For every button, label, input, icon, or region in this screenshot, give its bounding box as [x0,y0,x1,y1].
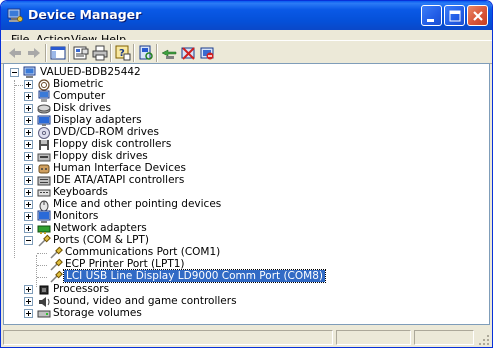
collapse-toggle[interactable] [24,236,33,245]
tree-node-com8[interactable]: LCI USB Line Display LD9000 Comm Port (C… [4,269,484,283]
expand-toggle[interactable] [24,297,33,306]
expand-toggle[interactable] [24,140,33,149]
help-icon[interactable]: ? [114,44,132,62]
status-panel-tertiary [414,330,474,345]
device-manager-window: Device Manager File Action View Help ? [0,0,493,348]
status-panel-main [3,330,333,345]
expand-toggle[interactable] [24,116,33,125]
minimize-icon [427,19,434,22]
close-button[interactable] [467,5,488,26]
close-icon [473,11,483,21]
disable-icon[interactable] [198,44,216,62]
toolbar-separator [133,44,135,62]
storage-volume-icon [37,310,51,318]
expand-toggle[interactable] [24,92,33,101]
computer-management-icon [7,8,23,22]
toolbar-separator [110,44,112,62]
forward-arrow-icon[interactable] [25,44,43,62]
computer-icon [23,66,36,78]
toolbar-separator [45,44,47,62]
expand-toggle[interactable] [24,104,33,113]
show-hide-console-tree-icon[interactable] [49,44,67,62]
collapse-toggle[interactable] [10,68,19,77]
selected-device-label: LCI USB Line Display LD9000 Comm Port (C… [63,269,326,283]
uninstall-icon[interactable] [179,44,197,62]
minimize-button[interactable] [421,5,442,26]
maximize-button[interactable] [444,5,465,26]
tree-root-label: VALUED-BDB25442 [40,66,141,78]
status-panel-secondary [336,330,411,345]
port-icon [50,270,63,283]
expand-toggle[interactable] [24,128,33,137]
toolbar-separator [68,44,70,62]
properties-icon[interactable] [72,44,90,62]
title-bar[interactable]: Device Manager [1,1,492,30]
device-tree[interactable]: VALUED-BDB25442 Biometric Computer Disk … [3,63,490,325]
print-icon[interactable] [91,44,109,62]
toolbar: ? [1,40,492,64]
expand-toggle[interactable] [24,309,33,318]
expand-toggle[interactable] [24,224,33,233]
expand-toggle[interactable] [24,176,33,185]
tree-node-storage-volumes[interactable]: Storage volumes [4,307,484,320]
resize-grip-icon[interactable] [478,334,490,346]
maximize-icon [449,10,461,22]
scan-hardware-icon[interactable] [137,44,155,62]
back-arrow-icon[interactable] [6,44,24,62]
expand-toggle[interactable] [24,212,33,221]
expand-toggle[interactable] [24,152,33,161]
expand-toggle[interactable] [24,80,33,89]
status-bar [1,327,492,347]
expand-toggle[interactable] [24,188,33,197]
expand-toggle[interactable] [24,200,33,209]
update-driver-icon[interactable] [160,44,178,62]
toolbar-separator [156,44,158,62]
expand-toggle[interactable] [24,285,33,294]
window-title: Device Manager [28,7,142,22]
expand-toggle[interactable] [24,164,33,173]
